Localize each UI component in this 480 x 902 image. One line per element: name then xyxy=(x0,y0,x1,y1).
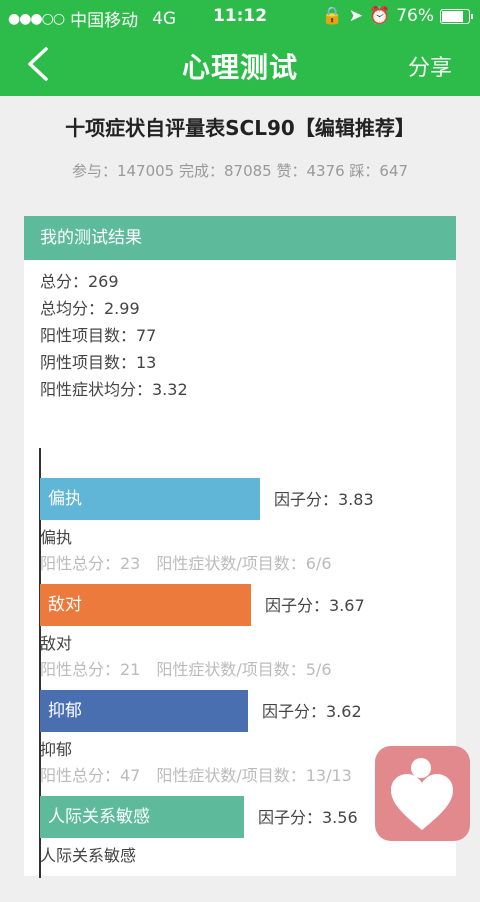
result-summary: 总分：269 总均分：2.99 阳性项目数：77 阴性项目数：13 阳性症状均分… xyxy=(24,260,456,403)
rotation-lock-icon: 🔒 xyxy=(321,6,343,26)
test-header: 十项症状自评量表SCL90【编辑推荐】 参与：147005 完成：87085 赞… xyxy=(0,96,480,216)
share-button[interactable]: 分享 xyxy=(408,50,452,82)
factor-bar: 偏执 xyxy=(40,478,260,520)
factor-score: 因子分：3.62 xyxy=(262,702,362,721)
result-header: 我的测试结果 xyxy=(24,216,456,260)
alarm-icon: ⏰ xyxy=(369,6,391,26)
status-right: 🔒 ➤ ⏰ 76% xyxy=(316,6,473,26)
factor-detail: 阳性总分：47 阳性症状数/项目数：13/13 xyxy=(40,766,352,785)
factor-name: 抑郁 xyxy=(40,740,73,759)
battery-icon xyxy=(440,8,473,24)
factor-detail: 阳性总分：23 阳性症状数/项目数：6/6 xyxy=(40,554,332,573)
battery-percent: 76% xyxy=(396,6,434,26)
factor-bar: 抑郁 xyxy=(40,690,248,732)
positive-items-count: 阳性项目数：77 xyxy=(40,326,157,345)
factor-score: 因子分：3.83 xyxy=(274,490,374,509)
test-title: 十项症状自评量表SCL90【编辑推荐】 xyxy=(65,116,415,140)
factor-score: 因子分：3.56 xyxy=(258,808,358,827)
factor-name: 偏执 xyxy=(40,528,73,547)
factor-bar: 敌对 xyxy=(40,584,251,626)
status-bar: ●●●○○ 中国移动 4G 11:12 🔒 ➤ ⏰ 76% xyxy=(0,0,480,32)
factor-row: 偏执 因子分：3.83 偏执 阳性总分：23 阳性症状数/项目数：6/6 xyxy=(40,478,456,584)
total-score: 总分：269 xyxy=(40,272,119,291)
factor-row: 敌对 因子分：3.67 敌对 阳性总分：21 阳性症状数/项目数：5/6 xyxy=(40,584,456,690)
factor-score: 因子分：3.67 xyxy=(265,596,365,615)
location-icon: ➤ xyxy=(348,6,364,26)
test-stats: 参与：147005 完成：87085 赞：4376 踩：647 xyxy=(71,162,409,180)
factor-bar: 人际关系敏感 xyxy=(40,796,244,838)
factor-name: 敌对 xyxy=(40,634,73,653)
favorite-button[interactable] xyxy=(375,746,470,841)
factor-name: 人际关系敏感 xyxy=(40,846,137,865)
factor-detail: 阳性总分：21 阳性症状数/项目数：5/6 xyxy=(40,660,332,679)
average-score: 总均分：2.99 xyxy=(40,299,140,318)
negative-items-count: 阴性项目数：13 xyxy=(40,353,157,372)
heart-person-icon xyxy=(391,758,453,830)
nav-bar: 心理测试 分享 xyxy=(0,32,480,96)
positive-symptom-average: 阳性症状均分：3.32 xyxy=(40,380,188,399)
